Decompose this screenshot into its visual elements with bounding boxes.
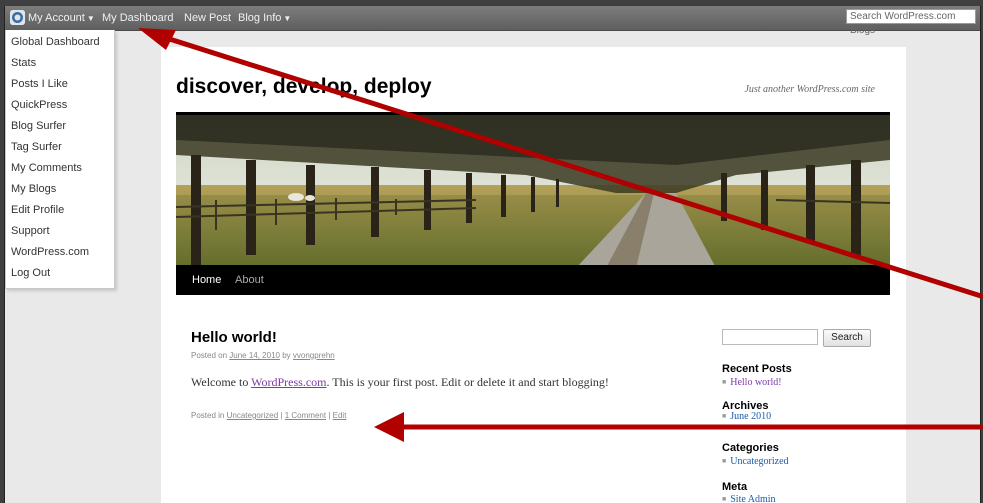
chevron-down-icon: ▼ <box>86 14 95 23</box>
menu-item-quickpress[interactable]: QuickPress <box>11 99 67 111</box>
my-account-dropdown: Global Dashboard Stats Posts I Like Quic… <box>5 30 115 289</box>
site-admin-label: Site Admin <box>730 494 776 503</box>
bullet-icon: ■ <box>722 412 727 420</box>
admin-bar: My Account ▼ My Dashboard New Post Blog I… <box>5 6 980 36</box>
nav-home[interactable]: Home <box>192 274 221 286</box>
new-post-link[interactable]: New Post <box>184 12 231 24</box>
post-body-text: Welcome to <box>191 375 252 389</box>
bullet-icon: ■ <box>722 378 727 386</box>
edit-post-link[interactable]: Edit <box>333 411 347 420</box>
menu-item-blog-surfer[interactable]: Blog Surfer <box>11 120 66 132</box>
separator: | <box>280 411 283 420</box>
categories-heading: Categories <box>722 442 779 454</box>
search-blogs-input[interactable]: Search WordPress.com Blogs <box>846 9 976 36</box>
site-description: Just another WordPress.com site <box>744 84 875 95</box>
separator: | <box>328 411 331 420</box>
post-content: Welcome to WordPress.com. This is your f… <box>191 375 609 390</box>
category-sidebar-link[interactable]: ■ Uncategorized <box>722 456 789 467</box>
sidebar-search-input[interactable] <box>722 329 818 345</box>
post-body-text: . This is your first post. Edit or delet… <box>326 375 609 389</box>
browser-viewport: My Account ▼ My Dashboard New Post Blog I… <box>4 6 981 503</box>
post-meta: Posted on June 14, 2010 by vvongprehn <box>191 351 335 360</box>
recent-post-label: Hello world! <box>730 377 782 388</box>
meta-heading: Meta <box>722 481 748 493</box>
my-account-menu[interactable]: My Account ▼ <box>28 12 95 24</box>
my-dashboard-link[interactable]: My Dashboard <box>102 12 174 24</box>
blog-page: discover, develop, deploy Just another W… <box>161 47 906 503</box>
menu-item-tag-surfer[interactable]: Tag Surfer <box>11 141 62 153</box>
menu-item-support[interactable]: Support <box>11 225 50 237</box>
menu-item-posts-i-like[interactable]: Posts I Like <box>11 78 68 90</box>
menu-item-stats[interactable]: Stats <box>11 57 36 69</box>
menu-item-wordpress-com[interactable]: WordPress.com <box>11 246 89 258</box>
post-date-link[interactable]: June 14, 2010 <box>229 351 280 360</box>
menu-item-edit-profile[interactable]: Edit Profile <box>11 204 64 216</box>
menu-item-log-out[interactable]: Log Out <box>11 267 50 279</box>
site-title[interactable]: discover, develop, deploy <box>176 75 432 99</box>
chevron-down-icon: ▼ <box>283 14 292 23</box>
main-navigation: Home About <box>176 265 890 295</box>
blog-info-label: Blog Info <box>238 12 282 24</box>
site-admin-link[interactable]: ■ Site Admin <box>722 494 776 503</box>
bullet-icon: ■ <box>722 495 727 503</box>
archive-label: June 2010 <box>730 411 772 422</box>
menu-item-my-comments[interactable]: My Comments <box>11 162 82 174</box>
menu-item-my-blogs[interactable]: My Blogs <box>11 183 56 195</box>
post-footer: Posted in Uncategorized | 1 Comment | Ed… <box>191 411 346 420</box>
category-label: Uncategorized <box>730 456 789 467</box>
posted-in-label: Posted in <box>191 411 225 420</box>
recent-post-link[interactable]: ■ Hello world! <box>722 377 782 388</box>
comments-link[interactable]: 1 Comment <box>285 411 326 420</box>
menu-item-global-dashboard[interactable]: Global Dashboard <box>11 36 100 48</box>
blog-info-menu[interactable]: Blog Info ▼ <box>238 12 291 24</box>
category-link[interactable]: Uncategorized <box>227 411 279 420</box>
sidebar-search-button[interactable]: Search <box>823 329 871 347</box>
recent-posts-heading: Recent Posts <box>722 363 792 375</box>
by-label: by <box>282 351 291 360</box>
archive-link[interactable]: ■ June 2010 <box>722 411 771 422</box>
post-author-link[interactable]: vvongprehn <box>293 351 335 360</box>
header-image <box>176 112 890 268</box>
wordpress-link[interactable]: WordPress.com <box>251 375 326 389</box>
nav-about[interactable]: About <box>235 274 264 286</box>
bullet-icon: ■ <box>722 457 727 465</box>
posted-on-label: Posted on <box>191 351 228 360</box>
my-account-label: My Account <box>28 12 85 24</box>
post-title[interactable]: Hello world! <box>191 329 277 346</box>
wordpress-logo-icon[interactable] <box>10 10 25 25</box>
